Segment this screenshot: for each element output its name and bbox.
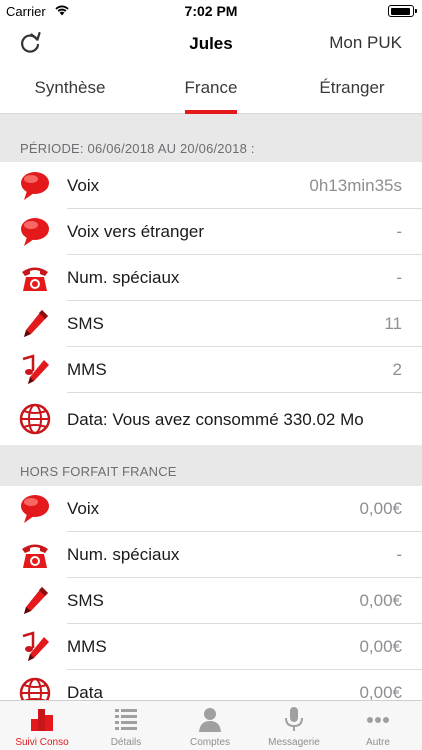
bar-chart-icon [31,709,53,731]
usage-row-sms[interactable]: SMS 11 [0,301,422,347]
tabbar-item-suivi-conso[interactable]: Suivi Conso [0,701,84,750]
usage-value: 0,00€ [359,591,402,610]
usage-label: Voix vers étranger [67,222,205,241]
tabbar-label: Suivi Conso [15,737,69,748]
mon-puk-button[interactable]: Mon PUK [329,33,402,53]
speech-bubble-icon [21,218,49,246]
tabbar-item-messagerie[interactable]: Messagerie [252,701,336,750]
usage-row-voix[interactable]: Voix 0h13min35s [0,163,422,209]
tab-synthese[interactable]: Synthèse [0,66,140,114]
usage-label: MMS [67,360,107,379]
pen-icon [24,587,48,614]
music-pen-icon [22,631,49,661]
segment-tabs: Synthèse France Étranger [0,66,422,114]
navigation-bar: Jules Mon PUK [0,22,422,66]
tabbar-label: Messagerie [268,737,320,748]
more-dots-icon [367,717,389,723]
usage-value: 0h13min35s [309,176,402,195]
telephone-icon [22,267,48,291]
usage-value: - [396,222,402,241]
usage-label: Num. spéciaux [67,545,180,564]
usage-value: 11 [384,314,402,333]
globe-icon [19,403,51,435]
hors-forfait-row-sms[interactable]: SMS 0,00€ [0,578,422,624]
usage-value: 2 [392,360,402,379]
usage-label: SMS [67,591,104,610]
telephone-icon [22,544,48,568]
usage-label: Voix [67,176,100,195]
tabbar-item-comptes[interactable]: Comptes [168,701,252,750]
usage-label: Num. spéciaux [67,268,180,287]
microphone-icon [285,707,303,731]
tab-label: Étranger [319,78,385,97]
usage-label: MMS [67,637,107,656]
clock-time: 7:02 PM [184,3,238,19]
battery-level-fill [390,7,410,15]
status-bar: Carrier 7:02 PM [0,0,422,22]
person-icon [199,708,221,732]
tab-label: France [184,78,238,97]
speech-bubble-icon [21,495,49,523]
hors-forfait-row-num-speciaux[interactable]: Num. spéciaux - [0,532,422,578]
tabbar-item-details[interactable]: Détails [84,701,168,750]
usage-label: Data: Vous avez consommé 330.02 Mo [67,410,364,429]
hors-forfait-row-mms[interactable]: MMS 0,00€ [0,624,422,670]
tab-france[interactable]: France [141,66,281,114]
tabbar-item-autre[interactable]: Autre [336,701,420,750]
pen-icon [24,310,48,337]
usage-label: Voix [67,499,100,518]
tab-etranger[interactable]: Étranger [282,66,422,114]
usage-value: - [396,545,402,564]
usage-row-data[interactable]: Data: Vous avez consommé 330.02 Mo [0,393,422,445]
tab-label: Synthèse [34,78,106,97]
speech-bubble-icon [21,172,49,200]
section-header-periode: PÉRIODE: 06/06/2018 AU 20/06/2018 : [0,114,422,162]
usage-row-num-speciaux[interactable]: Num. spéciaux - [0,255,422,301]
usage-label: SMS [67,314,104,333]
hors-forfait-row-voix[interactable]: Voix 0,00€ [0,486,422,532]
usage-row-mms[interactable]: MMS 2 [0,347,422,393]
usage-value: 0,00€ [359,637,402,656]
usage-value: - [396,268,402,287]
usage-row-voix-etranger[interactable]: Voix vers étranger - [0,209,422,255]
music-pen-icon [22,354,49,384]
tabbar-label: Détails [110,737,142,748]
usage-value: 0,00€ [359,499,402,518]
list-icon [115,709,137,730]
battery-icon [388,5,417,17]
tabbar-label: Autre [366,737,390,748]
section-header-hors-forfait: HORS FORFAIT FRANCE [0,445,422,486]
tabbar-label: Comptes [189,737,230,748]
bottom-tab-bar: Suivi Conso Détails Comptes Messagerie A… [0,700,422,750]
